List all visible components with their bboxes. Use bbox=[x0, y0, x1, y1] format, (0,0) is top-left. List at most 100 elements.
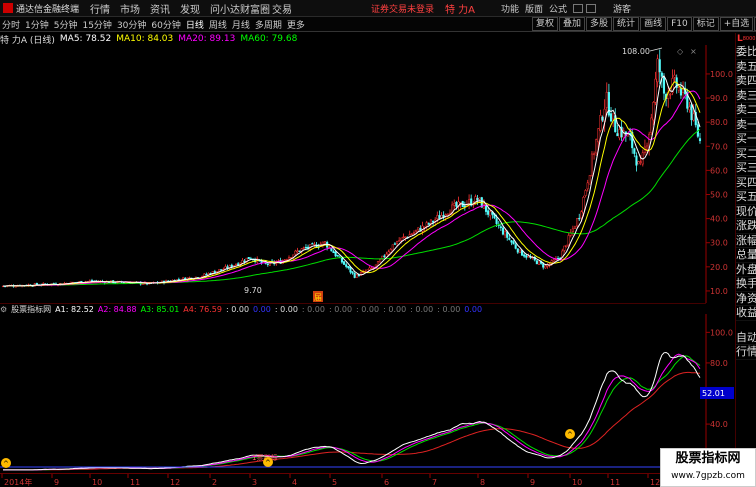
statistics-button[interactable]: 统计 bbox=[613, 17, 640, 31]
panel-item-net-asset[interactable]: 净资 bbox=[736, 292, 756, 306]
tab-60min[interactable]: 60分钟 bbox=[151, 18, 180, 31]
price-tick-label: 30.0 bbox=[710, 239, 728, 248]
panel-item-volume[interactable]: 总量 bbox=[736, 248, 756, 263]
candle-body bbox=[512, 241, 515, 245]
candle-body bbox=[656, 58, 659, 83]
candle-body bbox=[639, 161, 642, 163]
menu-item-discover[interactable]: 发现 bbox=[180, 1, 210, 16]
candle-body bbox=[266, 263, 269, 266]
diamond-icon[interactable]: ◇ bbox=[677, 47, 684, 56]
candle-body bbox=[484, 205, 488, 212]
candle-body bbox=[355, 274, 358, 278]
panel-item-ask4[interactable]: 卖四 bbox=[736, 74, 756, 89]
menu-item-function[interactable]: 功能 bbox=[501, 2, 521, 15]
ma10-label: MA10: 84.03 bbox=[116, 34, 174, 44]
panel-item-bid1[interactable]: 买一 bbox=[736, 132, 756, 147]
menu-item-layout[interactable]: 版面 bbox=[525, 2, 545, 15]
candle-body bbox=[508, 238, 511, 240]
extra-value-6: : 0.00 bbox=[356, 304, 380, 314]
date-tick-label: 8 bbox=[480, 478, 485, 487]
panel-item-bid4[interactable]: 买四 bbox=[736, 176, 756, 190]
menu-item-market[interactable]: 市场 bbox=[120, 1, 150, 16]
menu-item-formula[interactable]: 公式 bbox=[549, 2, 569, 15]
signal-up-icon[interactable]: ^ bbox=[565, 429, 575, 439]
panel-item-ask3[interactable]: 卖三 bbox=[736, 89, 756, 103]
signal-up-icon[interactable]: ^ bbox=[263, 457, 273, 467]
panel-item-turnover[interactable]: 换手 bbox=[736, 277, 756, 292]
menu-item-trade[interactable]: 交易 bbox=[272, 1, 304, 16]
candle-body bbox=[141, 283, 144, 285]
tab-timeshare[interactable]: 分时 bbox=[2, 18, 20, 31]
tab-30min[interactable]: 30分钟 bbox=[117, 18, 146, 31]
main-kline-chart[interactable]: 100.0 90.0 80.0 70.0 60.0 50.0 40.0 30.0 20.0 10.… bbox=[0, 45, 735, 303]
candle-body bbox=[349, 267, 352, 273]
indicator-chart[interactable]: 100.080.060.040.020.0 52.01 1票指标 ^ ^ ^ bbox=[0, 314, 735, 473]
candle-body bbox=[298, 250, 301, 252]
panel-item-quotes[interactable]: 行情 bbox=[736, 345, 756, 360]
panel-item-bid5[interactable]: 买五 bbox=[736, 190, 756, 205]
indicator-settings-icon[interactable]: ⚙ bbox=[0, 305, 7, 314]
tab-monthly[interactable]: 月线 bbox=[232, 18, 250, 31]
menu-item-news[interactable]: 资讯 bbox=[150, 1, 180, 16]
candle-body bbox=[688, 106, 691, 111]
panel-item-change[interactable]: 涨跌 bbox=[736, 219, 756, 234]
multi-stock-button[interactable]: 多股 bbox=[586, 17, 613, 31]
tab-5min[interactable]: 5分钟 bbox=[54, 18, 78, 31]
candle-body bbox=[220, 269, 223, 271]
panel-item-bid2[interactable]: 买二 bbox=[736, 147, 756, 161]
panel-header: L 8000 bbox=[736, 33, 756, 45]
menu-item-wealth[interactable]: 财富圈 bbox=[240, 1, 272, 16]
candle-body bbox=[652, 102, 655, 121]
menu-item-ask[interactable]: 问小达 bbox=[210, 1, 240, 16]
candle-body bbox=[578, 217, 581, 220]
candle-body bbox=[662, 76, 666, 94]
panel-item-bid-ratio[interactable]: 委比 bbox=[736, 45, 756, 60]
candle-body bbox=[595, 139, 598, 154]
candle-body bbox=[311, 243, 314, 245]
maximize-window-icon[interactable] bbox=[586, 3, 596, 13]
overlay-button[interactable]: 叠加 bbox=[559, 17, 586, 31]
f10-button[interactable]: F10 bbox=[667, 17, 692, 31]
guest-label[interactable]: 游客 bbox=[613, 2, 631, 15]
candle-body bbox=[415, 229, 418, 232]
candle-body bbox=[565, 244, 568, 247]
candle-body bbox=[425, 222, 428, 227]
tab-multi-period[interactable]: 多周期 bbox=[255, 18, 282, 31]
tab-more[interactable]: 更多 bbox=[287, 18, 305, 31]
indicator-name[interactable]: 股票指标网 bbox=[11, 304, 51, 315]
panel-item-ask5[interactable]: 卖五 bbox=[736, 60, 756, 74]
panel-item-earnings[interactable]: 收益 bbox=[736, 306, 756, 321]
restore-window-icon[interactable] bbox=[573, 3, 583, 13]
date-tick-label: 2014年 bbox=[4, 477, 32, 487]
candle-body bbox=[224, 266, 227, 270]
candle-body bbox=[495, 218, 498, 224]
tab-15min[interactable]: 15分钟 bbox=[82, 18, 111, 31]
panel-item-change-pct[interactable]: 涨幅 bbox=[736, 234, 756, 248]
mark-button[interactable]: 标记 bbox=[692, 17, 719, 31]
svg-text:^: ^ bbox=[3, 460, 9, 468]
close-chart-icon[interactable]: × bbox=[690, 47, 697, 56]
add-watchlist-button[interactable]: +自选 bbox=[719, 17, 754, 31]
candle-body bbox=[427, 223, 430, 225]
login-status[interactable]: 证券交易未登录 bbox=[371, 2, 445, 15]
panel-item-ask1[interactable]: 卖一 bbox=[736, 118, 756, 132]
menu-item-quotes[interactable]: 行情 bbox=[90, 1, 120, 16]
tab-weekly[interactable]: 周线 bbox=[209, 18, 227, 31]
candle-body bbox=[618, 129, 621, 139]
panel-item-price[interactable]: 现价 bbox=[736, 205, 756, 219]
panel-item-bid3[interactable]: 买三 bbox=[736, 161, 756, 176]
candle-body bbox=[599, 115, 602, 131]
panel-item-ask2[interactable]: 卖二 bbox=[736, 103, 756, 118]
panel-item-auto[interactable]: 自动 bbox=[736, 331, 756, 345]
date-tick-label: 10 bbox=[572, 478, 582, 487]
tab-daily[interactable]: 日线 bbox=[186, 18, 204, 31]
signal-up-icon[interactable]: ^ bbox=[1, 458, 11, 468]
tab-1min[interactable]: 1分钟 bbox=[25, 18, 49, 31]
panel-item-outer[interactable]: 外盘 bbox=[736, 263, 756, 277]
extra-value-4: : 0.00 bbox=[301, 304, 325, 314]
candle-body bbox=[114, 282, 117, 284]
draw-line-button[interactable]: 画线 bbox=[640, 17, 667, 31]
date-tick-label: 11 bbox=[610, 478, 620, 487]
extra-value-2: 0.00 bbox=[253, 304, 271, 314]
restore-rights-button[interactable]: 复权 bbox=[532, 17, 559, 31]
